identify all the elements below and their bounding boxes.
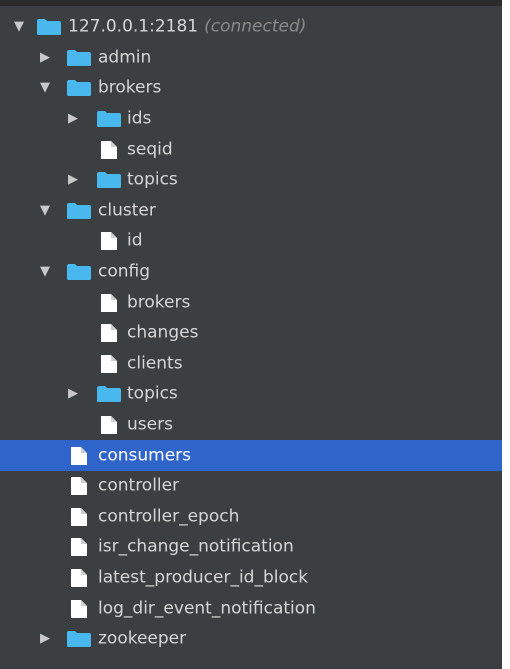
tree-row-topics-11[interactable]: ▶ topics: [0, 379, 502, 410]
folder-icon: [97, 386, 121, 403]
folder-icon: [67, 49, 91, 66]
tree-row-zookeeper-19[interactable]: ▶ zookeeper: [0, 624, 502, 655]
folder-icon: [97, 111, 121, 128]
collapsed-arrow-icon[interactable]: ▶: [66, 173, 80, 187]
tree-node-label: controller: [98, 475, 180, 496]
file-icon: [101, 232, 117, 251]
tree-row-changes-9[interactable]: changes: [0, 318, 502, 349]
tree-row-log-dir-event-notification-18[interactable]: log_dir_event_notification: [0, 593, 502, 624]
tree-node-label: ids: [127, 108, 152, 129]
expanded-arrow-icon[interactable]: ▼: [38, 81, 52, 95]
tree-node-label: users: [127, 414, 173, 435]
zookeeper-tree-panel: ▼ 127.0.0.1:2181 (connected) ▶ admin ▼ broke…: [0, 0, 502, 669]
folder-icon: [67, 264, 91, 281]
tree-row-admin-0[interactable]: ▶ admin: [0, 43, 502, 74]
tree-node-label: controller_epoch: [98, 506, 240, 527]
tree-row-cluster-5[interactable]: ▼ cluster: [0, 196, 502, 227]
collapsed-arrow-icon[interactable]: ▶: [38, 632, 52, 646]
file-icon: [101, 324, 117, 343]
tree-row-consumers-13[interactable]: consumers: [0, 440, 502, 471]
collapsed-arrow-icon[interactable]: ▶: [66, 387, 80, 401]
tree-node-label: id: [127, 231, 143, 252]
folder-icon: [37, 19, 61, 36]
file-icon: [101, 293, 117, 312]
expanded-arrow-icon[interactable]: ▼: [38, 203, 52, 218]
tree-row-id-6[interactable]: id: [0, 226, 502, 257]
file-icon: [101, 354, 117, 373]
tree-row-isr-change-notification-16[interactable]: isr_change_notification: [0, 532, 502, 563]
file-icon: [71, 507, 87, 526]
connection-status: (connected): [204, 16, 307, 37]
tree-node-label: config: [98, 261, 151, 282]
file-icon: [71, 568, 87, 587]
tree-node-label: consumers: [98, 445, 192, 466]
tree-row-ids-2[interactable]: ▶ ids: [0, 104, 502, 135]
tree-row-latest-producer-id-block-17[interactable]: latest_producer_id_block: [0, 563, 502, 594]
tree-node-label: brokers: [127, 292, 191, 313]
file-icon: [71, 446, 87, 465]
tree-row-controller-epoch-15[interactable]: controller_epoch: [0, 502, 502, 533]
file-icon: [101, 140, 117, 159]
tree-root-row[interactable]: ▼ 127.0.0.1:2181 (connected): [0, 12, 502, 43]
collapsed-arrow-icon[interactable]: ▶: [66, 112, 80, 126]
file-icon: [101, 416, 117, 435]
tree-node-label: log_dir_event_notification: [98, 598, 316, 619]
file-icon: [71, 477, 87, 496]
tree-children: ▶ admin ▼ brokers ▶ ids seqid ▶ topics ▼ cluster id…: [0, 43, 502, 655]
tree-row-seqid-3[interactable]: seqid: [0, 134, 502, 165]
panel-top-border: [0, 0, 502, 6]
tree-node-label: cluster: [98, 200, 156, 221]
tree-row-brokers-8[interactable]: brokers: [0, 287, 502, 318]
tree-node-label: isr_change_notification: [98, 536, 294, 557]
file-icon: [71, 599, 87, 618]
tree-node-label: latest_producer_id_block: [98, 567, 309, 588]
tree-node-label: topics: [127, 169, 178, 190]
connection-address: 127.0.0.1:2181: [68, 16, 199, 37]
folder-icon: [67, 80, 91, 97]
folder-icon: [67, 631, 91, 648]
tree-row-users-12[interactable]: users: [0, 410, 502, 441]
tree-node-label: zookeeper: [98, 628, 187, 649]
folder-icon: [97, 172, 121, 189]
tree-node-label: seqid: [127, 139, 173, 160]
file-icon: [71, 538, 87, 557]
tree-row-topics-4[interactable]: ▶ topics: [0, 165, 502, 196]
tree-node-label: admin: [98, 47, 152, 68]
expanded-arrow-icon[interactable]: ▼: [12, 20, 26, 34]
tree-node-label: topics: [127, 384, 178, 405]
tree-row-config-7[interactable]: ▼ config: [0, 257, 502, 288]
tree-row-clients-10[interactable]: clients: [0, 349, 502, 380]
tree-root-label: 127.0.0.1:2181 (connected): [68, 17, 306, 37]
collapsed-arrow-icon[interactable]: ▶: [38, 50, 52, 65]
folder-icon: [67, 202, 91, 219]
tree-row-brokers-1[interactable]: ▼ brokers: [0, 73, 502, 104]
node-tree: ▼ 127.0.0.1:2181 (connected) ▶ admin ▼ broke…: [0, 12, 502, 654]
tree-node-label: brokers: [98, 78, 162, 99]
expanded-arrow-icon[interactable]: ▼: [38, 265, 52, 279]
tree-node-label: changes: [127, 322, 199, 343]
tree-row-controller-14[interactable]: controller: [0, 471, 502, 502]
tree-node-label: clients: [127, 353, 183, 374]
